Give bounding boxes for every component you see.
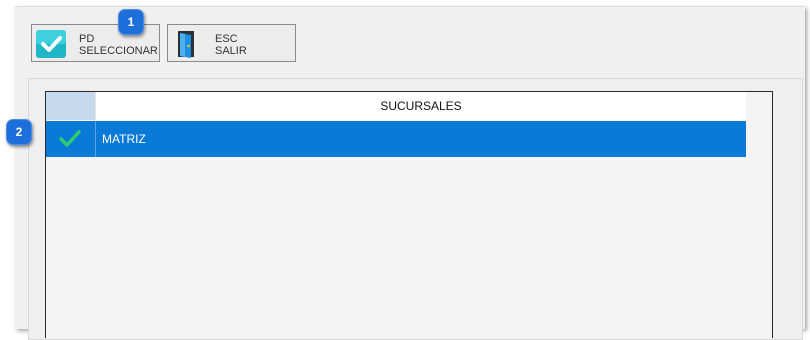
table-row[interactable]: MATRIZ — [46, 121, 746, 157]
row-branch-name: MATRIZ — [102, 132, 146, 146]
exit-door-icon — [171, 29, 203, 59]
row-checkbox[interactable] — [46, 121, 96, 157]
column-header-sucursales[interactable]: SUCURSALES — [96, 92, 746, 120]
exit-button-text: ESC SALIR — [215, 33, 247, 57]
select-button-text: PD SELECCIONAR — [79, 33, 158, 57]
select-check-icon — [35, 29, 67, 59]
callout-badge-2: 2 — [6, 119, 32, 145]
branches-grid[interactable]: SUCURSALES MATRIZ — [45, 91, 773, 338]
exit-button[interactable]: ESC SALIR — [167, 24, 296, 62]
select-label: SELECCIONAR — [79, 45, 158, 57]
checkmark-icon — [59, 130, 81, 147]
checkbox-column-header[interactable] — [46, 92, 96, 120]
branch-selection-window: PD SELECCIONAR ESC SALIR SUCURSALES MATR… — [15, 6, 805, 340]
select-shortcut: PD — [79, 33, 95, 45]
callout-badge-1: 1 — [118, 9, 144, 35]
exit-label: SALIR — [215, 45, 247, 57]
exit-shortcut: ESC — [215, 33, 238, 45]
grid-header: SUCURSALES — [46, 92, 746, 120]
